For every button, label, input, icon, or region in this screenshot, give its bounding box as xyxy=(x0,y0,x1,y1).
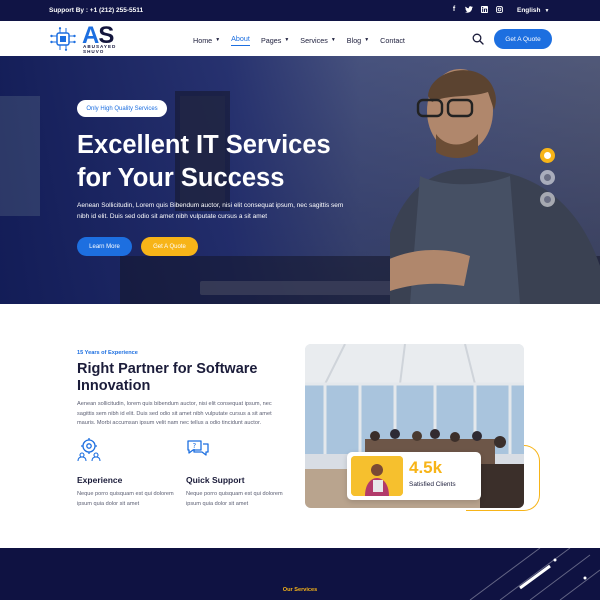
gear-people-icon xyxy=(77,438,101,462)
services-label: Our Services xyxy=(282,587,318,593)
nav-contact-label: Contact xyxy=(380,35,405,45)
chat-bubbles-icon: ? xyxy=(187,440,209,456)
slider-dot-1[interactable] xyxy=(540,148,555,163)
feature-experience: Experience Neque porro quisquam est qui … xyxy=(77,437,177,509)
hero-person-image xyxy=(390,69,600,304)
hero-title-line2: for Your Success xyxy=(77,164,285,192)
hero-description: Aenean Sollicitudin, Lorem quis Bibendum… xyxy=(77,202,344,220)
about-title: Right Partner for Software Innovation xyxy=(77,361,258,394)
slider-dot-2[interactable] xyxy=(540,170,555,185)
chevron-down-icon: ▼ xyxy=(364,37,370,43)
nav-pages-label: Pages xyxy=(260,35,282,45)
linkedin-icon[interactable] xyxy=(480,5,488,13)
instagram-icon[interactable] xyxy=(495,5,503,13)
nav-services-label: Services xyxy=(300,35,328,45)
chevron-down-icon: ▼ xyxy=(330,37,336,43)
nav-contact[interactable]: Contact xyxy=(380,34,405,46)
hero-title-line1: Excellent IT Services xyxy=(77,131,331,159)
nav-home[interactable]: Home ▼ xyxy=(193,34,220,46)
client-thumbnail xyxy=(351,456,403,496)
slider-dots xyxy=(540,148,555,207)
learn-more-button[interactable]: Learn More xyxy=(77,237,132,256)
satisfied-clients-card: 4.5k Satisfied Clients xyxy=(347,452,481,500)
language-label: English xyxy=(517,7,541,14)
main-menu: Home ▼ About Pages ▼ Services ▼ Blog ▼ Conta… xyxy=(193,34,405,46)
hero-quote-button[interactable]: Get A Quote xyxy=(141,237,198,256)
get-quote-button[interactable]: Get A Quote xyxy=(494,29,552,49)
chevron-down-icon: ▼ xyxy=(215,37,221,43)
services-section: Our Services xyxy=(0,548,600,600)
feature-support-title: Quick Support xyxy=(186,475,245,485)
social-links: f xyxy=(450,5,503,13)
hero-title: Excellent IT Services for Your Success xyxy=(77,129,377,195)
nav-services[interactable]: Services ▼ xyxy=(300,34,336,46)
nav-blog[interactable]: Blog ▼ xyxy=(347,34,369,46)
feature-experience-title: Experience xyxy=(77,475,123,485)
main-navbar: AS ABUSAYED SHUVO Home ▼ About Pages ▼ Ser… xyxy=(0,21,600,56)
support-phone[interactable]: Support By : +1 (212) 255-5511 xyxy=(49,7,143,14)
about-section: 15 Years of Experience Right Partner for… xyxy=(0,304,600,548)
top-bar: Support By : +1 (212) 255-5511 f English… xyxy=(0,0,600,21)
stat-value: 4.5k xyxy=(409,458,443,477)
site-logo[interactable]: AS ABUSAYED SHUVO xyxy=(49,22,139,54)
circuit-chip-icon xyxy=(50,27,76,51)
feature-support-text: Neque porro quisquam est qui dolorem ips… xyxy=(186,491,283,507)
about-paragraph: Aenean sollicitudin, lorem quis bibendum… xyxy=(77,401,272,427)
nav-about-label: About xyxy=(231,34,250,43)
slider-dot-3[interactable] xyxy=(540,192,555,207)
feature-experience-text: Neque porro quisquam est qui dolorem ips… xyxy=(77,491,174,507)
feature-quick-support: ? Quick Support Neque porro quisquam est… xyxy=(186,437,286,509)
hero-badge: Only High Quality Services xyxy=(77,100,167,117)
nav-home-label: Home xyxy=(193,35,213,45)
nav-blog-label: Blog xyxy=(346,35,362,45)
nav-pages[interactable]: Pages ▼ xyxy=(261,34,289,46)
facebook-icon[interactable]: f xyxy=(450,5,458,13)
hero-banner: Only High Quality Services Excellent IT … xyxy=(0,56,600,304)
about-eyebrow: 15 Years of Experience xyxy=(77,350,138,356)
twitter-icon[interactable] xyxy=(465,5,473,13)
logo-name: ABUSAYED SHUVO xyxy=(83,44,117,54)
svg-text:?: ? xyxy=(193,442,197,450)
search-icon[interactable] xyxy=(472,33,484,45)
chevron-down-icon: ▼ xyxy=(284,37,290,43)
language-selector[interactable]: English ▼ xyxy=(517,7,549,14)
chevron-down-icon: ▼ xyxy=(544,8,550,14)
nav-about[interactable]: About xyxy=(231,34,250,46)
stat-label: Satisfied Clients xyxy=(409,481,456,488)
